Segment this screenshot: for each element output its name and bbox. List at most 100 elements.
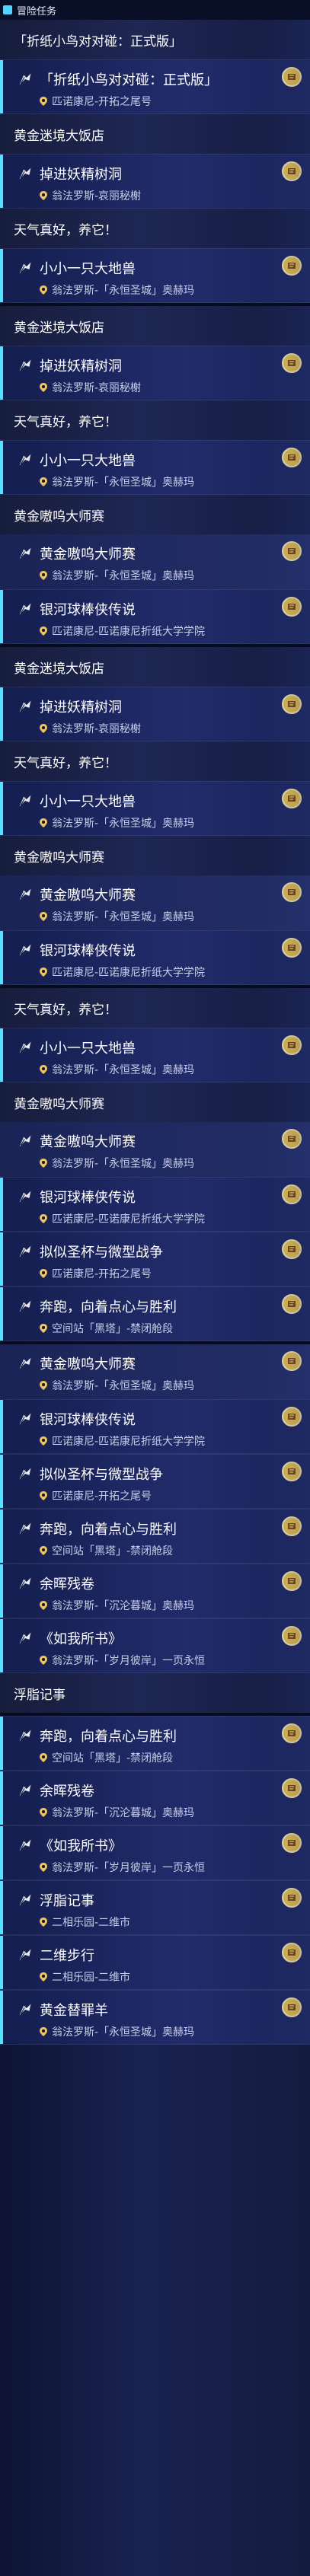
quest-item[interactable]: 银河球棒侠传说 匹诺康尼-匹诺康尼折纸大学学院 — [0, 930, 310, 985]
location-pin-icon — [40, 1918, 47, 1927]
quest-location-text: 匹诺康尼-开拓之尾号 — [52, 96, 152, 108]
quest-item[interactable]: 掉进妖精树洞 翁法罗斯-哀丽秘榭 — [0, 687, 310, 741]
quest-item[interactable]: 奔跑，向着点心与胜利空间站「黑塔」-禁闭舱段 — [0, 1716, 310, 1771]
quest-category-header[interactable]: 天气真好，养它！ — [0, 400, 310, 440]
quest-item[interactable]: 银河球棒侠传说 匹诺康尼-匹诺康尼折纸大学学院 — [0, 1399, 310, 1454]
quest-icon — [17, 1892, 34, 1908]
quest-location: 翁法罗斯-「永恒圣城」奥赫玛 — [40, 815, 194, 831]
category-label: 天气真好，养它！ — [14, 222, 117, 238]
quest-section-3: 黄金迷境大饭店 掉进妖精树洞 翁法罗斯-哀丽秘榭 天气真好，养它！ 小小一只大地兽 翁法罗… — [0, 647, 310, 985]
quest-icon — [17, 698, 34, 715]
quest-category-header[interactable]: 黄金迷境大饭店 — [0, 647, 310, 687]
location-pin-icon — [40, 626, 47, 636]
quest-category-header[interactable]: 黄金嗷呜大师赛 — [0, 1082, 310, 1122]
selection-bar — [0, 249, 3, 302]
quest-icon — [17, 1133, 34, 1149]
selection-bar — [0, 60, 3, 113]
quest-item[interactable]: 拟似圣杯与微型战争 匹诺康尼-开拓之尾号 — [0, 1232, 310, 1286]
reward-badge-icon — [281, 1570, 302, 1592]
quest-item[interactable]: 小小一只大地兽 翁法罗斯-「永恒圣城」奥赫玛 — [0, 1028, 310, 1082]
quest-location-text: 翁法罗斯-哀丽秘榭 — [52, 382, 142, 394]
quest-item[interactable]: 余晖残卷 翁法罗斯-「沉沦暮城」奥赫玛 — [0, 1771, 310, 1825]
quest-item[interactable]: 《如我所书》 翁法罗斯-「岁月彼岸」一页永恒 — [0, 1618, 310, 1673]
category-label: 黄金迷境大饭店 — [14, 320, 104, 336]
quest-category-header[interactable]: 黄金迷境大饭店 — [0, 114, 310, 154]
quest-section-2: 黄金迷境大饭店掉进妖精树洞 翁法罗斯-哀丽秘榭 天气真好，养它！ 小小一只大地兽 翁法罗… — [0, 306, 310, 644]
quest-item[interactable]: 小小一只大地兽 翁法罗斯-「永恒圣城」奥赫玛 — [0, 781, 310, 836]
quest-location-text: 二相乐园-二维市 — [52, 1972, 131, 1984]
quest-title: 小小一只大地兽 — [40, 261, 136, 277]
quest-item[interactable]: 小小一只大地兽 翁法罗斯-「永恒圣城」奥赫玛 — [0, 248, 310, 303]
location-pin-icon — [40, 1491, 47, 1500]
panel-header: 冒险任务 — [0, 0, 310, 20]
quest-icon — [17, 1039, 34, 1056]
quest-item[interactable]: 银河球棒侠传说 匹诺康尼-匹诺康尼折纸大学学院 — [0, 1177, 310, 1232]
quest-location-text: 空间站「黑塔」-禁闭舱段 — [52, 1752, 174, 1765]
quest-icon — [17, 165, 34, 182]
quest-item[interactable]: 黄金替罪羊翁法罗斯-「永恒圣城」奥赫玛 — [0, 1990, 310, 2045]
quest-category-header[interactable]: 天气真好，养它！ — [0, 988, 310, 1028]
reward-badge-icon — [281, 1942, 302, 1963]
selection-bar — [0, 1826, 3, 1879]
quest-item[interactable]: 《如我所书》翁法罗斯-「岁月彼岸」一页永恒 — [0, 1825, 310, 1880]
quest-location: 匹诺康尼-匹诺康尼折纸大学学院 — [40, 623, 205, 639]
quest-item[interactable]: 拟似圣杯与微型战争 匹诺康尼-开拓之尾号 — [0, 1454, 310, 1509]
quest-location: 匹诺康尼-匹诺康尼折纸大学学院 — [40, 1433, 205, 1449]
quest-location: 空间站「黑塔」-禁闭舱段 — [40, 1543, 173, 1558]
quest-item[interactable]: 小小一只大地兽 翁法罗斯-「永恒圣城」奥赫玛 — [0, 440, 310, 495]
quest-category-header[interactable]: 黄金迷境大饭店 — [0, 306, 310, 346]
location-pin-icon — [40, 912, 47, 921]
quest-category-header[interactable]: 黄金嗷呜大师赛 — [0, 495, 310, 534]
location-pin-icon — [40, 1863, 47, 1872]
quest-icon — [17, 886, 34, 903]
selection-bar — [0, 1510, 3, 1563]
quest-location: 空间站「黑塔」-禁闭舱段 — [40, 1750, 173, 1765]
quest-icon — [17, 2001, 34, 2018]
quest-title: 拟似圣杯与微型战争 — [40, 1245, 163, 1261]
quest-icon — [17, 1727, 34, 1744]
quest-category-header[interactable]: 浮脂记事 — [0, 1673, 310, 1713]
quest-item[interactable]: 掉进妖精树洞 翁法罗斯-哀丽秘榭 — [0, 346, 310, 400]
quest-category-header[interactable]: 天气真好，养它！ — [0, 209, 310, 248]
quest-title: 《如我所书》 — [40, 1838, 122, 1854]
quest-category-header[interactable]: 黄金嗷呜大师赛 — [0, 836, 310, 875]
quest-title: 黄金替罪羊 — [40, 2003, 108, 2019]
quest-location: 翁法罗斯-「岁月彼岸」一页永恒 — [40, 1860, 205, 1875]
quest-title: 黄金嗷呜大师赛 — [40, 1357, 136, 1372]
quest-item[interactable]: 奔跑，向着点心与胜利 空间站「黑塔」-禁闭舱段 — [0, 1509, 310, 1564]
quest-item[interactable]: 黄金嗷呜大师赛 翁法罗斯-「永恒圣城」奥赫玛 — [0, 1344, 310, 1399]
quest-item[interactable]: 黄金嗷呜大师赛 翁法罗斯-「永恒圣城」奥赫玛 — [0, 875, 310, 930]
quest-item[interactable]: 「折纸小鸟对对碰：正式版」 匹诺康尼-开拓之尾号 — [0, 59, 310, 114]
quest-item[interactable]: 二维步行 二相乐园-二维市 — [0, 1935, 310, 1990]
reward-badge-icon — [281, 66, 302, 88]
category-label: 黄金嗷呜大师赛 — [14, 1096, 104, 1112]
quest-title: 银河球棒侠传说 — [40, 1190, 136, 1206]
quest-location: 翁法罗斯-「永恒圣城」奥赫玛 — [40, 1062, 194, 1077]
reward-badge-icon — [281, 596, 302, 617]
quest-item[interactable]: 黄金嗷呜大师赛 翁法罗斯-「永恒圣城」奥赫玛 — [0, 534, 310, 589]
quest-item[interactable]: 黄金嗷呜大师赛 翁法罗斯-「永恒圣城」奥赫玛 — [0, 1122, 310, 1177]
quest-item[interactable]: 浮脂记事 二相乐园-二维市 — [0, 1880, 310, 1935]
quest-icon — [17, 1782, 34, 1799]
quest-title: 奔跑，向着点心与胜利 — [40, 1729, 177, 1745]
location-pin-icon — [40, 97, 47, 106]
location-pin-icon — [40, 818, 47, 827]
quest-location-text: 翁法罗斯-哀丽秘榭 — [52, 723, 142, 735]
reward-badge-icon — [281, 1887, 302, 1908]
quest-item[interactable]: 掉进妖精树洞 翁法罗斯-哀丽秘榭 — [0, 154, 310, 209]
reward-badge-icon — [281, 1625, 302, 1647]
selection-bar — [0, 1287, 3, 1341]
quest-location: 翁法罗斯-「永恒圣城」奥赫玛 — [40, 2024, 194, 2039]
selection-bar — [0, 155, 3, 208]
quest-location-text: 匹诺康尼-匹诺康尼折纸大学学院 — [52, 1436, 206, 1448]
reward-badge-icon — [281, 1184, 302, 1205]
quest-title: 《如我所书》 — [40, 1631, 122, 1647]
quest-category-header[interactable]: 「折纸小鸟对对碰：正式版」 — [0, 20, 310, 59]
quest-item[interactable]: 银河球棒侠传说 匹诺康尼-匹诺康尼折纸大学学院 — [0, 589, 310, 644]
quest-item[interactable]: 余晖残卷 翁法罗斯-「沉沦暮城」奥赫玛 — [0, 1564, 310, 1618]
quest-category-header[interactable]: 天气真好，养它！ — [0, 741, 310, 781]
quest-item[interactable]: 奔跑，向着点心与胜利 空间站「黑塔」-禁闭舱段 — [0, 1286, 310, 1341]
quest-location: 二相乐园-二维市 — [40, 1969, 130, 1985]
quest-location-text: 翁法罗斯-「永恒圣城」奥赫玛 — [52, 911, 195, 923]
quest-title: 奔跑，向着点心与胜利 — [40, 1522, 177, 1538]
